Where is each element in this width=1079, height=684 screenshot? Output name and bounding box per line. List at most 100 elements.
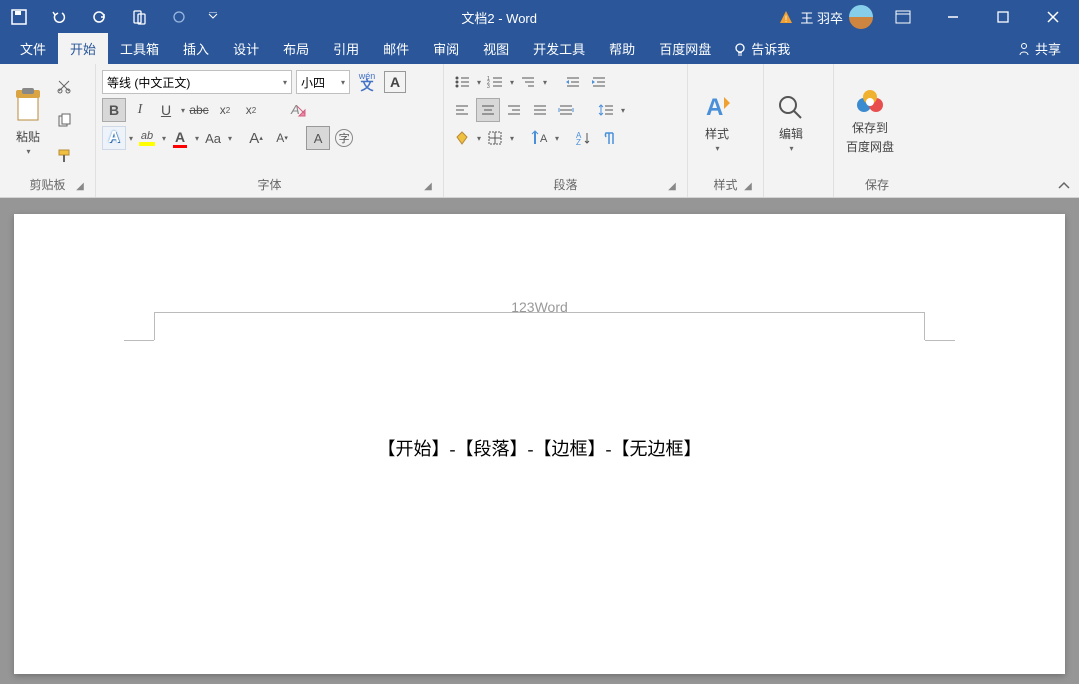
tab-layout[interactable]: 布局: [271, 33, 321, 64]
increase-indent-icon[interactable]: [587, 70, 611, 94]
decrease-indent-icon[interactable]: [561, 70, 585, 94]
tab-references[interactable]: 引用: [321, 33, 371, 64]
cut-icon[interactable]: [52, 74, 76, 98]
save-baidu-button[interactable]: 保存到 百度网盘: [840, 68, 900, 174]
qat-empty-icon[interactable]: [166, 4, 192, 30]
chevron-down-icon[interactable]: ▾: [555, 134, 559, 143]
chevron-down-icon[interactable]: ▾: [477, 134, 481, 143]
grow-font-icon[interactable]: A▴: [244, 126, 268, 150]
char-shading-icon[interactable]: 字: [332, 126, 356, 150]
chevron-down-icon[interactable]: ▾: [477, 78, 481, 87]
clipboard-icon: [12, 86, 44, 126]
tab-developer[interactable]: 开发工具: [521, 33, 597, 64]
copy-icon[interactable]: [52, 109, 76, 133]
chevron-down-icon[interactable]: ▾: [195, 134, 199, 143]
share-label: 共享: [1035, 39, 1061, 58]
clear-formatting-icon[interactable]: A: [285, 98, 309, 122]
italic-button[interactable]: I: [128, 98, 152, 122]
tab-insert[interactable]: 插入: [171, 33, 221, 64]
superscript-button[interactable]: x2: [239, 98, 263, 122]
font-size-combo[interactable]: 小四▾: [296, 70, 350, 94]
svg-text:3: 3: [487, 84, 490, 89]
chevron-down-icon[interactable]: ▾: [621, 106, 625, 115]
character-border-icon[interactable]: A: [384, 71, 406, 93]
user-account[interactable]: ! 王 羽卒: [778, 5, 873, 29]
format-painter-icon[interactable]: [52, 144, 76, 168]
ribbon: 粘贴 ▾ 剪贴板◢ 等线 (中文正文)▾ 小四▾ wén文 A B I U▾: [0, 64, 1079, 198]
phonetic-guide-icon[interactable]: wén文: [352, 70, 382, 94]
change-case-icon[interactable]: Aa: [201, 126, 225, 150]
font-launcher-icon[interactable]: ◢: [421, 179, 435, 193]
paste-button[interactable]: 粘贴 ▾: [6, 68, 50, 174]
body-text[interactable]: 【开始】-【段落】-【边框】-【无边框】: [14, 435, 1065, 461]
tab-home[interactable]: 开始: [58, 33, 108, 64]
paragraph-launcher-icon[interactable]: ◢: [665, 179, 679, 193]
document-area[interactable]: 123Word 【开始】-【段落】-【边框】-【无边框】: [0, 198, 1079, 684]
styles-launcher-icon[interactable]: ◢: [741, 179, 755, 193]
redo-icon[interactable]: [86, 4, 112, 30]
share-button[interactable]: 共享: [1007, 33, 1071, 64]
numbering-icon[interactable]: 123: [483, 70, 507, 94]
multilevel-list-icon[interactable]: [516, 70, 540, 94]
underline-button[interactable]: U: [154, 98, 178, 122]
chevron-down-icon[interactable]: ▾: [181, 106, 185, 115]
maximize-icon[interactable]: [983, 2, 1023, 32]
text-effects-icon[interactable]: A: [102, 126, 126, 150]
tab-baidu[interactable]: 百度网盘: [647, 33, 723, 64]
align-right-icon[interactable]: [502, 98, 526, 122]
svg-text:A: A: [290, 102, 300, 117]
sort-icon[interactable]: AZ: [571, 126, 595, 150]
group-font-label: 字体◢: [102, 174, 437, 195]
font-name-combo[interactable]: 等线 (中文正文)▾: [102, 70, 292, 94]
show-marks-icon[interactable]: [597, 126, 621, 150]
group-save-label: 保存: [840, 174, 914, 195]
touch-mode-icon[interactable]: [126, 4, 152, 30]
align-distribute-icon[interactable]: [554, 98, 578, 122]
chevron-down-icon[interactable]: ▾: [510, 134, 514, 143]
save-baidu-label-1: 保存到: [852, 119, 888, 136]
bold-button[interactable]: B: [102, 98, 126, 122]
bullets-icon[interactable]: [450, 70, 474, 94]
ribbon-display-icon[interactable]: [883, 2, 923, 32]
chevron-down-icon[interactable]: ▾: [228, 134, 232, 143]
asian-layout-icon[interactable]: A: [528, 126, 552, 150]
clipboard-launcher-icon[interactable]: ◢: [73, 179, 87, 193]
line-spacing-icon[interactable]: [594, 98, 618, 122]
page[interactable]: 123Word 【开始】-【段落】-【边框】-【无边框】: [14, 214, 1065, 674]
highlight-icon[interactable]: ab: [135, 126, 159, 150]
tab-view[interactable]: 视图: [471, 33, 521, 64]
group-editing-label: [770, 177, 827, 195]
enclose-char-icon[interactable]: A: [306, 126, 330, 150]
tell-me[interactable]: 告诉我: [723, 33, 800, 64]
editing-button[interactable]: 编辑 ▾: [770, 68, 812, 177]
tab-help[interactable]: 帮助: [597, 33, 647, 64]
group-font: 等线 (中文正文)▾ 小四▾ wén文 A B I U▾ abc x2 x2 A…: [96, 64, 444, 197]
tab-design[interactable]: 设计: [221, 33, 271, 64]
qat-customize-icon[interactable]: [206, 4, 220, 30]
styles-button[interactable]: A 样式 ▾: [694, 68, 740, 174]
tab-toolbox[interactable]: 工具箱: [108, 33, 171, 64]
chevron-down-icon[interactable]: ▾: [543, 78, 547, 87]
shrink-font-icon[interactable]: A▾: [270, 126, 294, 150]
save-icon[interactable]: [6, 4, 32, 30]
subscript-button[interactable]: x2: [213, 98, 237, 122]
group-paragraph: ▾ 123▾ ▾ ▾ ▾ ▾ A▾: [444, 64, 688, 197]
close-icon[interactable]: [1033, 2, 1073, 32]
minimize-icon[interactable]: [933, 2, 973, 32]
align-center-icon[interactable]: [476, 98, 500, 122]
align-left-icon[interactable]: [450, 98, 474, 122]
tab-mailings[interactable]: 邮件: [371, 33, 421, 64]
strikethrough-button[interactable]: abc: [187, 98, 211, 122]
save-baidu-label-2: 百度网盘: [846, 138, 894, 155]
font-color-icon[interactable]: A: [168, 126, 192, 150]
shading-icon[interactable]: [450, 126, 474, 150]
chevron-down-icon[interactable]: ▾: [162, 134, 166, 143]
tab-review[interactable]: 审阅: [421, 33, 471, 64]
undo-icon[interactable]: [46, 4, 72, 30]
chevron-down-icon[interactable]: ▾: [129, 134, 133, 143]
tab-file[interactable]: 文件: [8, 33, 58, 64]
collapse-ribbon-icon[interactable]: [1057, 181, 1071, 191]
borders-icon[interactable]: [483, 126, 507, 150]
chevron-down-icon[interactable]: ▾: [510, 78, 514, 87]
align-justify-icon[interactable]: [528, 98, 552, 122]
